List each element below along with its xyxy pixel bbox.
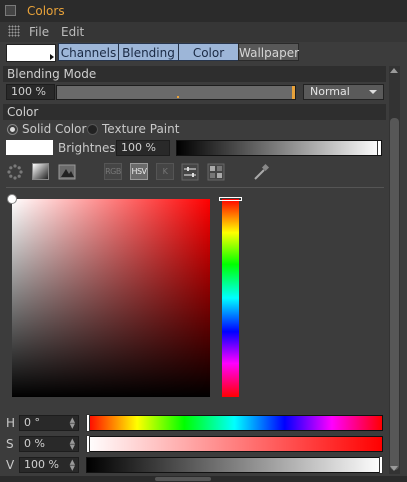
menu-edit[interactable]: Edit <box>61 25 84 39</box>
opacity-slider[interactable] <box>56 85 296 100</box>
menu-bar: File Edit <box>0 22 407 42</box>
brightness-field[interactable]: 100 % <box>116 140 170 156</box>
divider <box>6 187 384 188</box>
mode-kelvin-button[interactable]: K <box>156 163 174 180</box>
v-spinner-icon[interactable]: ▲ ▼ <box>70 459 75 472</box>
opacity-slider-tick <box>177 96 179 98</box>
texture-paint-radio[interactable] <box>87 124 98 135</box>
brightness-gradient-slider[interactable] <box>176 140 382 156</box>
spectrum-icon[interactable] <box>32 163 50 181</box>
tab-channels[interactable]: Channels <box>58 43 119 61</box>
s-label: S <box>6 437 14 451</box>
tab-color[interactable]: Color <box>178 43 239 61</box>
opacity-field[interactable]: 100 % <box>6 84 55 100</box>
scroll-up-icon[interactable] <box>390 68 398 73</box>
v-label: V <box>6 458 15 472</box>
section-blending-mode[interactable]: Blending Mode <box>3 66 386 82</box>
tab-wallpaper[interactable]: Wallpaper <box>238 43 299 61</box>
window-title: Colors <box>27 4 65 18</box>
title-bar: Colors <box>0 0 407 23</box>
value-slider[interactable] <box>86 456 383 474</box>
hue-vertical-slider[interactable] <box>222 199 239 397</box>
image-picker-icon[interactable] <box>58 163 76 181</box>
hue-slider-handle[interactable] <box>86 414 90 432</box>
blend-mode-dropdown[interactable]: Normal <box>303 84 384 100</box>
opacity-value: 100 % <box>11 85 46 98</box>
mode-rgb-button[interactable]: RGB <box>104 163 122 180</box>
scrollbar-thumb[interactable] <box>390 118 399 470</box>
brightness-swatch <box>6 140 53 155</box>
menu-file[interactable]: File <box>29 25 49 39</box>
s-spinner-icon[interactable]: ▲ ▼ <box>70 438 75 451</box>
sliders-icon[interactable] <box>181 163 199 181</box>
s-field[interactable]: 0 % ▲ ▼ <box>19 436 79 452</box>
s-value: 0 % <box>24 437 45 450</box>
mode-hsv-button[interactable]: HSV <box>130 163 148 180</box>
swatch-menu-arrow-icon <box>50 54 54 60</box>
section-color[interactable]: Color <box>3 104 386 120</box>
solid-color-label: Solid Color <box>22 122 87 136</box>
hue-slider[interactable] <box>86 414 383 432</box>
swatches-icon[interactable] <box>207 163 225 181</box>
resize-handle[interactable] <box>155 477 211 481</box>
color-wheel-icon[interactable] <box>6 163 24 181</box>
brightness-slider-handle[interactable] <box>377 141 381 155</box>
v-value: 100 % <box>24 458 59 471</box>
h-spinner-icon[interactable]: ▲ ▼ <box>70 417 75 430</box>
saturation-slider-handle[interactable] <box>86 435 90 453</box>
tab-blending[interactable]: Blending <box>118 43 179 61</box>
v-field[interactable]: 100 % ▲ ▼ <box>19 457 79 473</box>
solid-color-radio[interactable] <box>7 124 18 135</box>
saturation-slider[interactable] <box>86 435 383 453</box>
h-value: 0 ° <box>24 416 40 429</box>
opacity-slider-handle[interactable] <box>292 86 295 99</box>
texture-paint-label: Texture Paint <box>102 122 180 136</box>
blend-mode-value: Normal <box>310 85 350 98</box>
saturation-value-picker[interactable] <box>12 199 210 397</box>
chevron-down-icon <box>369 90 377 94</box>
drag-handle-icon[interactable] <box>8 25 20 37</box>
h-label: H <box>6 416 16 430</box>
hue-slider-marker[interactable] <box>219 197 242 201</box>
value-slider-handle[interactable] <box>379 456 383 474</box>
brightness-label: Brightness <box>58 141 122 155</box>
current-color-swatch[interactable] <box>6 44 56 62</box>
sv-picker-handle[interactable] <box>7 194 17 204</box>
eyedropper-icon[interactable] <box>252 163 270 181</box>
panel-toggle-checkbox[interactable] <box>5 5 16 16</box>
scroll-down-icon[interactable] <box>390 466 398 471</box>
h-field[interactable]: 0 ° ▲ ▼ <box>19 415 79 431</box>
brightness-value: 100 % <box>121 141 156 154</box>
